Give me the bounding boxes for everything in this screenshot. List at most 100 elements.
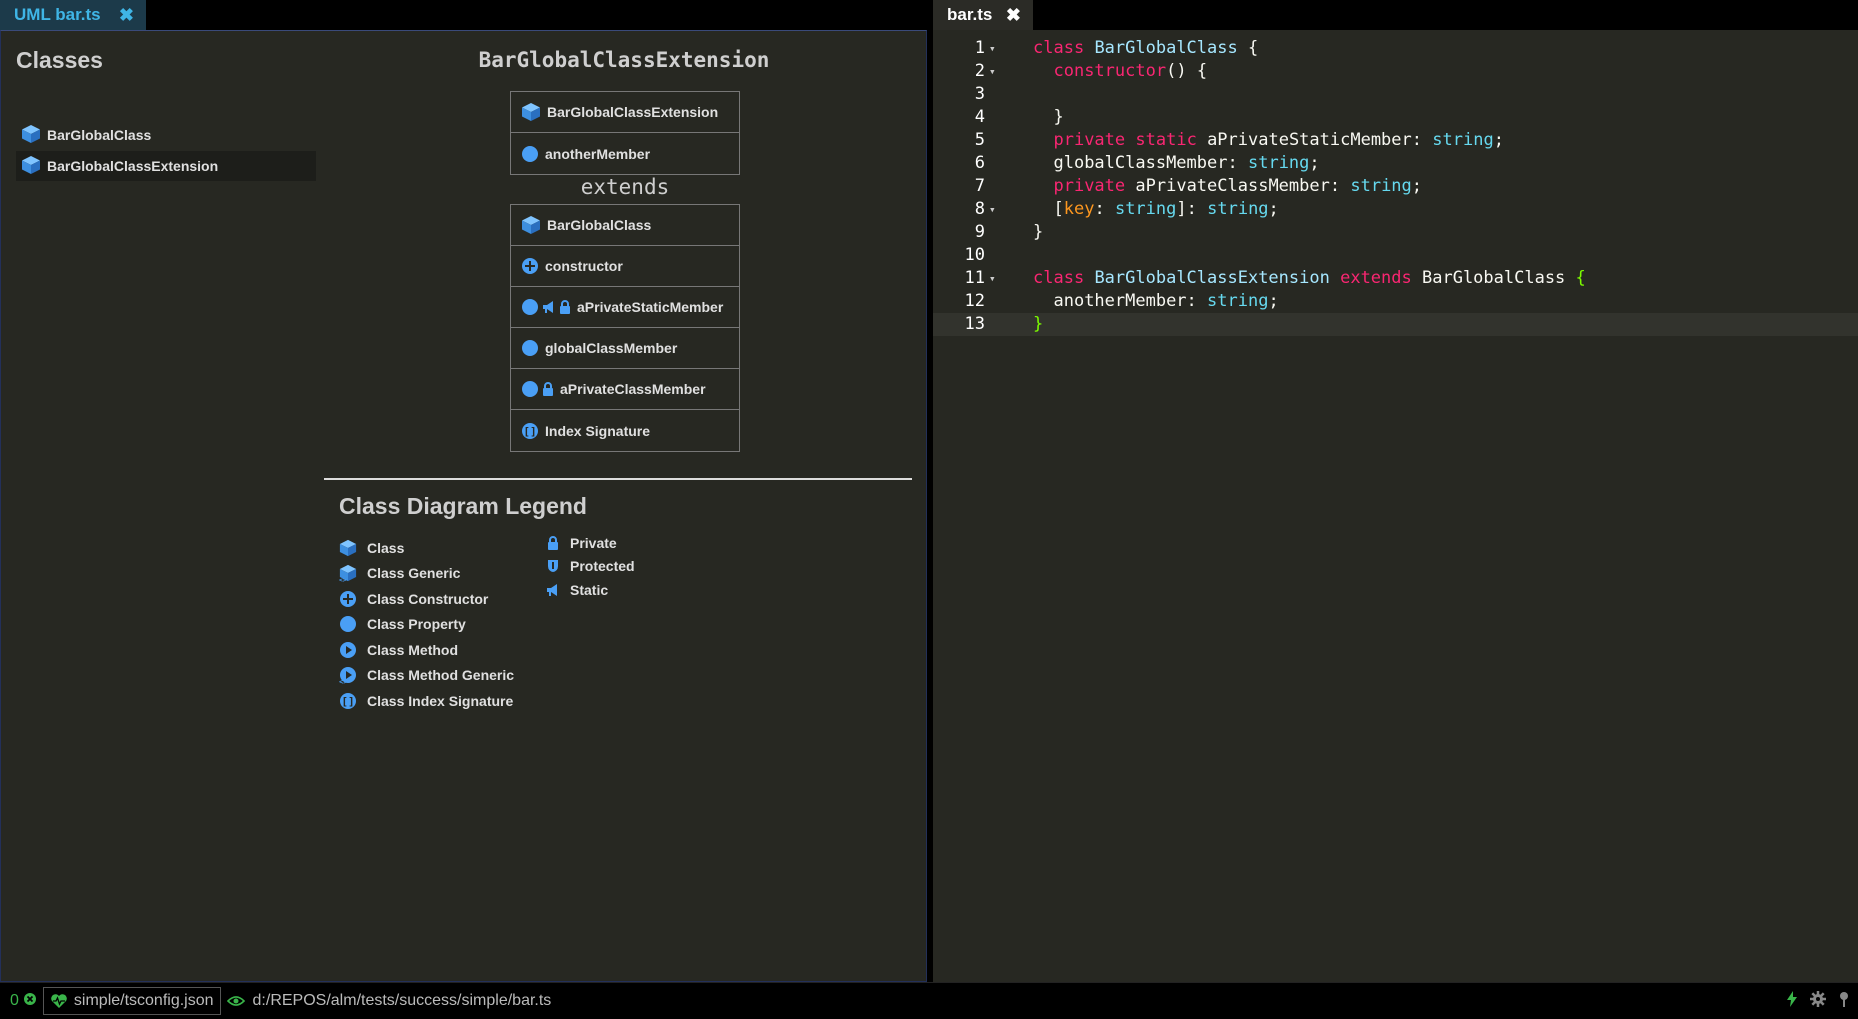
code-text: anotherMember: string; <box>1053 291 1279 311</box>
tab-bar-ts[interactable]: bar.ts ✖ <box>933 0 1033 30</box>
lock-icon <box>542 382 554 396</box>
legend-label: Class Constructor <box>367 590 489 607</box>
error-count-indicator[interactable]: 0 <box>10 992 37 1011</box>
code-line[interactable]: 11 ▾ class BarGlobalClassExtension extends… <box>933 267 1858 290</box>
class-generic-icon: <> <box>339 563 357 583</box>
uml-class-header[interactable]: BarGlobalClassExtension <box>511 92 739 133</box>
fold-arrow-icon[interactable]: ▾ <box>989 37 996 60</box>
legend-label: Class Method Generic <box>367 667 515 684</box>
legend-label: Static <box>570 581 609 598</box>
constructor-icon <box>339 590 357 608</box>
uml-class-box-child: BarGlobalClassExtension anotherMember <box>510 91 740 175</box>
property-icon <box>521 145 539 163</box>
lock-icon <box>546 535 560 550</box>
project-name: simple/tsconfig.json <box>73 991 214 1009</box>
uml-member-name: constructor <box>545 258 623 274</box>
code-line[interactable]: 3 <box>933 83 1858 106</box>
method-icon <box>339 641 357 659</box>
file-path[interactable]: d:/REPOS/alm/tests/success/simple/bar.ts <box>253 992 552 1010</box>
pin-icon[interactable] <box>1838 991 1850 1012</box>
code-line[interactable]: 5 private static aPrivateStaticMember: s… <box>933 129 1858 152</box>
fold-arrow-icon[interactable]: ▾ <box>989 60 996 83</box>
active-project-button[interactable]: simple/tsconfig.json <box>42 987 221 1015</box>
code-line[interactable]: 1 ▾ class BarGlobalClass { <box>933 37 1858 60</box>
legend-right-column: Private Protected Static <box>546 531 635 602</box>
status-bar: 0 simple/tsconfig.json d:/REPOS/alm/test… <box>0 982 1858 1019</box>
class-list-item[interactable]: BarGlobalClass <box>16 120 316 150</box>
bolt-icon[interactable] <box>1786 990 1798 1012</box>
svg-text:[]: [] <box>341 695 354 708</box>
svg-text:[]: [] <box>523 425 536 438</box>
legend-item: [] Class Index Signature <box>339 688 514 714</box>
class-icon <box>521 102 541 122</box>
uml-member-name: aPrivateStaticMember <box>577 299 724 315</box>
uml-class-header[interactable]: BarGlobalClass <box>511 205 739 246</box>
legend-item: <> Class Method Generic <box>339 663 514 689</box>
legend-label: Private <box>570 534 617 551</box>
class-list: BarGlobalClass BarGlobalClassExtension <box>16 120 316 182</box>
uml-member-row[interactable]: [] Index Signature <box>511 410 739 451</box>
legend-label: Class Method <box>367 641 459 658</box>
uml-member-name: globalClassMember <box>545 340 678 356</box>
code-line[interactable]: 7 private aPrivateClassMember: string; <box>933 175 1858 198</box>
line-number: 12 <box>964 291 985 311</box>
uml-member-name: aPrivateClassMember <box>560 381 706 397</box>
line-number: 2 <box>974 61 985 81</box>
property-icon <box>339 615 357 633</box>
uml-member-row[interactable]: constructor <box>511 246 739 287</box>
uml-member-row[interactable]: aPrivateStaticMember <box>511 287 739 328</box>
property-icon <box>521 339 539 357</box>
error-circle-icon <box>23 992 37 1011</box>
tab-label: bar.ts <box>947 5 993 24</box>
class-icon <box>339 538 357 558</box>
code-line[interactable]: 13} <box>933 313 1858 336</box>
legend-item: Class <box>339 535 514 561</box>
fold-arrow-icon[interactable]: ▾ <box>989 267 996 290</box>
uml-class-box-parent: BarGlobalClass constructor aPrivateStati… <box>510 204 740 452</box>
code-text: } <box>1033 222 1044 242</box>
line-number: 1 <box>974 38 985 58</box>
line-number: 8 <box>974 199 985 219</box>
close-icon[interactable]: ✖ <box>1006 6 1021 24</box>
uml-member-row[interactable]: globalClassMember <box>511 328 739 369</box>
svg-text:<>: <> <box>339 577 347 583</box>
code-area[interactable]: 1 ▾ class BarGlobalClass {2 ▾ constructor()… <box>933 37 1858 336</box>
fold-arrow-icon[interactable]: ▾ <box>989 198 996 221</box>
code-line[interactable]: 2 ▾ constructor() { <box>933 60 1858 83</box>
legend-item: Private <box>546 531 635 555</box>
status-right-icons <box>1786 990 1850 1012</box>
code-text: private static aPrivateStaticMember: str… <box>1053 130 1504 150</box>
class-icon <box>21 155 41 178</box>
line-number: 3 <box>974 84 985 104</box>
close-icon[interactable]: ✖ <box>119 6 134 24</box>
static-icon <box>542 300 556 314</box>
tab-uml-bar-ts[interactable]: UML bar.ts ✖ <box>0 0 146 30</box>
legend-label: Class Index Signature <box>367 692 514 709</box>
property-icon <box>521 380 539 398</box>
code-text: globalClassMember: string; <box>1053 153 1320 173</box>
eye-icon[interactable] <box>226 995 245 1007</box>
uml-member-row[interactable]: aPrivateClassMember <box>511 369 739 410</box>
code-editor[interactable]: 1 ▾ class BarGlobalClass {2 ▾ constructor()… <box>933 30 1858 982</box>
code-line[interactable]: 4 } <box>933 106 1858 129</box>
classes-heading: Classes <box>16 47 103 73</box>
line-number: 11 <box>964 268 985 288</box>
diagram-title: BarGlobalClassExtension <box>478 48 770 72</box>
code-line[interactable]: 8 ▾ [key: string]: string; <box>933 198 1858 221</box>
legend-item: Static <box>546 578 635 602</box>
class-list-item[interactable]: BarGlobalClassExtension <box>16 151 316 181</box>
tab-label: UML bar.ts <box>14 5 101 24</box>
code-text: private aPrivateClassMember: string; <box>1053 176 1423 196</box>
gear-icon[interactable] <box>1810 990 1826 1012</box>
line-number: 7 <box>974 176 985 196</box>
legend-item: Class Method <box>339 637 514 663</box>
line-number: 10 <box>964 245 985 265</box>
uml-pane: Classes BarGlobalClass BarGlobalClassExt… <box>0 30 927 982</box>
code-line[interactable]: 9} <box>933 221 1858 244</box>
legend-item: Protected <box>546 555 635 579</box>
code-line[interactable]: 12 anotherMember: string; <box>933 290 1858 313</box>
legend-item: Class Constructor <box>339 586 514 612</box>
uml-member-row[interactable]: anotherMember <box>511 133 739 174</box>
code-line[interactable]: 6 globalClassMember: string; <box>933 152 1858 175</box>
code-line[interactable]: 10 <box>933 244 1858 267</box>
